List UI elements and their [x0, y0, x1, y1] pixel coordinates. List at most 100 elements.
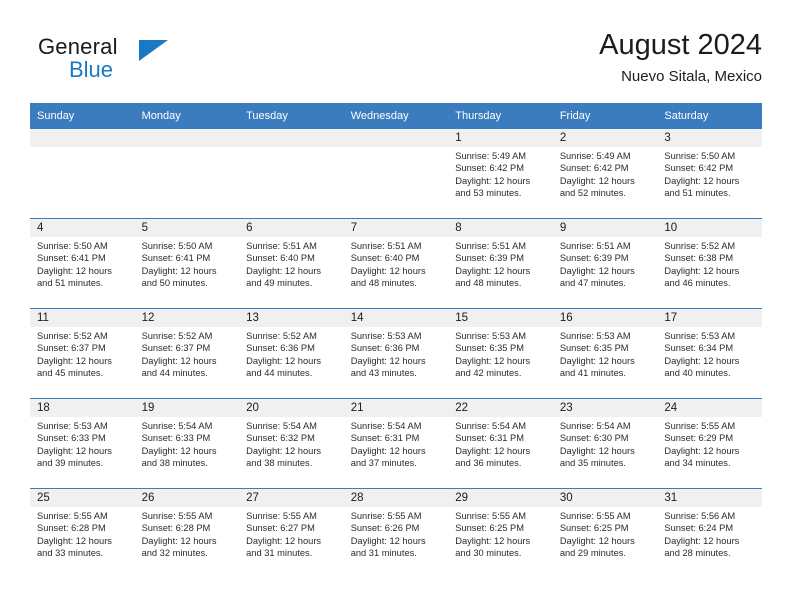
sunset-text: Sunset: 6:39 PM	[455, 253, 524, 264]
calendar-day-cell[interactable]: 30 Sunrise: 5:55 AM Sunset: 6:25 PM Dayligh…	[552, 488, 658, 578]
day-cell-inner: 27 Sunrise: 5:55 AM Sunset: 6:27 PM Dayligh…	[239, 489, 344, 578]
sunset-text: Sunset: 6:25 PM	[455, 523, 524, 534]
day-number: 20	[239, 399, 344, 417]
day-cell-inner: 16 Sunrise: 5:53 AM Sunset: 6:35 PM Dayligh…	[552, 309, 658, 398]
daylight-text-line2: and 43 minutes.	[350, 368, 417, 379]
daylight-text-line2: and 29 minutes.	[559, 548, 626, 559]
calendar-day-cell[interactable]: 6 Sunrise: 5:51 AM Sunset: 6:40 PM Daylight…	[239, 218, 344, 309]
calendar-day-cell[interactable]: 24 Sunrise: 5:55 AM Sunset: 6:29 PM Dayligh…	[657, 398, 762, 489]
daylight-text-line2: and 51 minutes.	[664, 188, 731, 199]
daylight-text-line2: and 38 minutes.	[141, 458, 208, 469]
sunrise-text: Sunrise: 5:53 AM	[350, 331, 422, 341]
sunrise-text: Sunrise: 5:52 AM	[664, 241, 736, 251]
calendar-week-row: 25 Sunrise: 5:55 AM Sunset: 6:28 PM Dayligh…	[30, 488, 762, 578]
sunset-text: Sunset: 6:31 PM	[350, 433, 420, 444]
day-cell-inner: 29 Sunrise: 5:55 AM Sunset: 6:25 PM Dayligh…	[448, 489, 553, 578]
day-number: 8	[448, 219, 553, 237]
day-number: 11	[30, 309, 135, 327]
calendar-day-cell[interactable]: 3 Sunrise: 5:50 AM Sunset: 6:42 PM Daylight…	[657, 129, 762, 219]
calendar-day-cell[interactable]: 11 Sunrise: 5:52 AM Sunset: 6:37 PM Dayligh…	[30, 308, 135, 399]
daylight-text-line2: and 39 minutes.	[37, 458, 104, 469]
sunset-text: Sunset: 6:41 PM	[37, 253, 106, 264]
daylight-text-line2: and 48 minutes.	[455, 278, 522, 289]
day-sun-details: Sunrise: 5:53 AM Sunset: 6:35 PM Daylight:…	[448, 327, 553, 380]
calendar-day-cell[interactable]: 9 Sunrise: 5:51 AM Sunset: 6:39 PM Daylight…	[552, 218, 658, 309]
day-number: 18	[30, 399, 135, 417]
brand-logo[interactable]: General Blue	[38, 34, 258, 90]
calendar-day-cell[interactable]: 27 Sunrise: 5:55 AM Sunset: 6:27 PM Dayligh…	[239, 488, 344, 578]
sunset-text: Sunset: 6:27 PM	[246, 523, 315, 534]
calendar-day-cell[interactable]: 17 Sunrise: 5:53 AM Sunset: 6:34 PM Dayligh…	[657, 308, 762, 399]
day-cell-inner: 18 Sunrise: 5:53 AM Sunset: 6:33 PM Dayligh…	[30, 399, 135, 488]
calendar-page: General Blue August 2024 Nuevo Sitala, M…	[0, 0, 792, 612]
daylight-text-line2: and 44 minutes.	[141, 368, 208, 379]
calendar-day-cell[interactable]: 12 Sunrise: 5:52 AM Sunset: 6:37 PM Dayligh…	[134, 308, 240, 399]
sunset-text: Sunset: 6:39 PM	[559, 253, 629, 264]
daylight-text-line1: Daylight: 12 hours	[664, 535, 740, 546]
day-number: 23	[552, 399, 658, 417]
calendar-day-cell[interactable]: 16 Sunrise: 5:53 AM Sunset: 6:35 PM Dayligh…	[552, 308, 658, 399]
day-cell-inner: 13 Sunrise: 5:52 AM Sunset: 6:36 PM Dayligh…	[239, 309, 344, 398]
day-cell-inner: 31 Sunrise: 5:56 AM Sunset: 6:24 PM Dayligh…	[657, 489, 762, 578]
sunset-text: Sunset: 6:25 PM	[559, 523, 629, 534]
day-sun-details: Sunrise: 5:50 AM Sunset: 6:42 PM Daylight:…	[657, 147, 762, 200]
calendar-day-cell[interactable]: 18 Sunrise: 5:53 AM Sunset: 6:33 PM Dayligh…	[30, 398, 135, 489]
calendar-day-cell[interactable]: 7 Sunrise: 5:51 AM Sunset: 6:40 PM Daylight…	[343, 218, 449, 309]
calendar-day-cell[interactable]: 5 Sunrise: 5:50 AM Sunset: 6:41 PM Daylight…	[134, 218, 240, 309]
sunset-text: Sunset: 6:31 PM	[455, 433, 524, 444]
day-number: 26	[134, 489, 240, 507]
weekday-header-wednesday: Wednesday	[343, 103, 449, 129]
sunrise-text: Sunrise: 5:53 AM	[664, 331, 736, 341]
weekday-header-monday: Monday	[134, 103, 240, 129]
calendar-day-cell[interactable]: 25 Sunrise: 5:55 AM Sunset: 6:28 PM Dayligh…	[30, 488, 135, 578]
weekday-header-row: Sunday Monday Tuesday Wednesday Thursday…	[30, 103, 762, 129]
calendar-day-cell[interactable]: 15 Sunrise: 5:53 AM Sunset: 6:35 PM Dayligh…	[448, 308, 553, 399]
day-number: 15	[448, 309, 553, 327]
day-sun-details	[135, 147, 240, 150]
day-number: 6	[239, 219, 344, 237]
day-cell-inner: 23 Sunrise: 5:54 AM Sunset: 6:30 PM Dayligh…	[552, 399, 658, 488]
day-cell-inner: 6 Sunrise: 5:51 AM Sunset: 6:40 PM Daylight…	[239, 219, 344, 308]
calendar-day-cell[interactable]: 23 Sunrise: 5:54 AM Sunset: 6:30 PM Dayligh…	[552, 398, 658, 489]
calendar-day-cell[interactable]: 31 Sunrise: 5:56 AM Sunset: 6:24 PM Dayligh…	[657, 488, 762, 578]
day-cell-inner: 12 Sunrise: 5:52 AM Sunset: 6:37 PM Dayligh…	[134, 309, 240, 398]
calendar-day-cell[interactable]: 21 Sunrise: 5:54 AM Sunset: 6:31 PM Dayligh…	[343, 398, 449, 489]
calendar-week-row: 4 Sunrise: 5:50 AM Sunset: 6:41 PM Daylight…	[30, 218, 762, 309]
daylight-text-line1: Daylight: 12 hours	[246, 265, 322, 276]
calendar-day-cell[interactable]: 29 Sunrise: 5:55 AM Sunset: 6:25 PM Dayligh…	[448, 488, 553, 578]
calendar-day-cell[interactable]: 2 Sunrise: 5:49 AM Sunset: 6:42 PM Daylight…	[552, 129, 658, 219]
sunrise-text: Sunrise: 5:52 AM	[246, 331, 317, 341]
day-cell-inner: 20 Sunrise: 5:54 AM Sunset: 6:32 PM Dayligh…	[239, 399, 344, 488]
daylight-text-line2: and 28 minutes.	[664, 548, 731, 559]
calendar-day-cell[interactable]: 4 Sunrise: 5:50 AM Sunset: 6:41 PM Daylight…	[30, 218, 135, 309]
daylight-text-line1: Daylight: 12 hours	[664, 445, 740, 456]
calendar-day-cell[interactable]: 8 Sunrise: 5:51 AM Sunset: 6:39 PM Daylight…	[448, 218, 553, 309]
calendar-empty-cell	[30, 129, 135, 219]
calendar-day-cell[interactable]: 19 Sunrise: 5:54 AM Sunset: 6:33 PM Dayligh…	[134, 398, 240, 489]
sunset-text: Sunset: 6:36 PM	[350, 343, 420, 354]
daylight-text-line1: Daylight: 12 hours	[246, 535, 322, 546]
day-cell-inner	[134, 129, 240, 218]
daylight-text-line2: and 31 minutes.	[246, 548, 313, 559]
daylight-text-line1: Daylight: 12 hours	[141, 535, 217, 546]
daylight-text-line1: Daylight: 12 hours	[455, 265, 531, 276]
calendar-empty-cell	[134, 129, 240, 219]
day-sun-details: Sunrise: 5:50 AM Sunset: 6:41 PM Daylight:…	[30, 237, 135, 290]
daylight-text-line1: Daylight: 12 hours	[37, 355, 112, 366]
daylight-text-line1: Daylight: 12 hours	[141, 445, 217, 456]
calendar-day-cell[interactable]: 26 Sunrise: 5:55 AM Sunset: 6:28 PM Dayligh…	[134, 488, 240, 578]
calendar-day-cell[interactable]: 10 Sunrise: 5:52 AM Sunset: 6:38 PM Dayligh…	[657, 218, 762, 309]
sunset-text: Sunset: 6:24 PM	[664, 523, 734, 534]
day-cell-inner: 17 Sunrise: 5:53 AM Sunset: 6:34 PM Dayligh…	[657, 309, 762, 398]
calendar-day-cell[interactable]: 20 Sunrise: 5:54 AM Sunset: 6:32 PM Dayligh…	[239, 398, 344, 489]
daylight-text-line2: and 32 minutes.	[141, 548, 208, 559]
calendar-day-cell[interactable]: 28 Sunrise: 5:55 AM Sunset: 6:26 PM Dayligh…	[343, 488, 449, 578]
calendar-day-cell[interactable]: 13 Sunrise: 5:52 AM Sunset: 6:36 PM Dayligh…	[239, 308, 344, 399]
calendar-day-cell[interactable]: 22 Sunrise: 5:54 AM Sunset: 6:31 PM Dayligh…	[448, 398, 553, 489]
sunrise-text: Sunrise: 5:49 AM	[559, 151, 631, 161]
calendar-day-cell[interactable]: 14 Sunrise: 5:53 AM Sunset: 6:36 PM Dayligh…	[343, 308, 449, 399]
day-number: 7	[343, 219, 449, 237]
daylight-text-line1: Daylight: 12 hours	[559, 355, 635, 366]
sunset-text: Sunset: 6:42 PM	[664, 163, 734, 174]
calendar-day-cell[interactable]: 1 Sunrise: 5:49 AM Sunset: 6:42 PM Daylight…	[448, 129, 553, 219]
